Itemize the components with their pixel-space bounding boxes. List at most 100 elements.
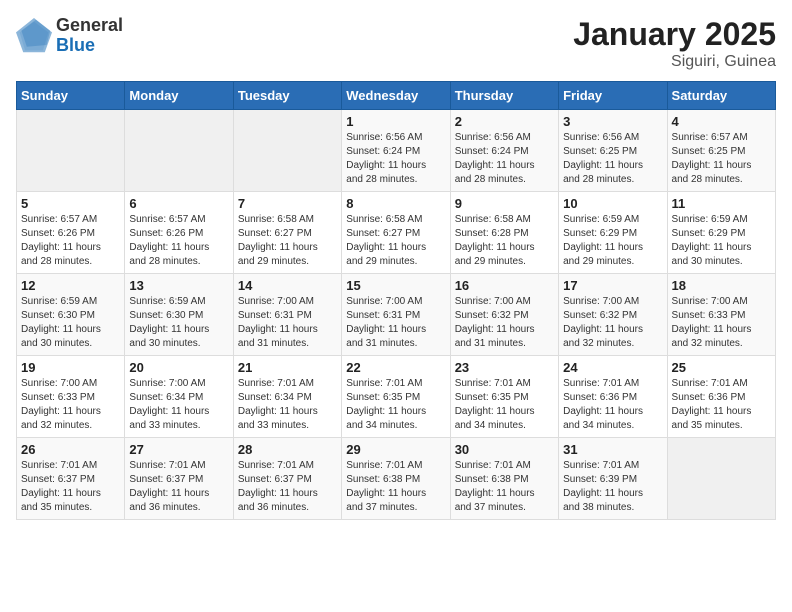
day-info: Sunrise: 6:57 AM Sunset: 6:26 PM Dayligh…: [21, 213, 120, 269]
day-number: 31: [563, 442, 662, 457]
calendar-cell: 30Sunrise: 7:01 AM Sunset: 6:38 PM Dayli…: [450, 438, 558, 520]
day-number: 12: [21, 278, 120, 293]
day-info: Sunrise: 6:56 AM Sunset: 6:25 PM Dayligh…: [563, 131, 662, 187]
day-number: 17: [563, 278, 662, 293]
day-number: 8: [346, 196, 445, 211]
day-header-tuesday: Tuesday: [233, 82, 341, 110]
calendar-cell: 25Sunrise: 7:01 AM Sunset: 6:36 PM Dayli…: [667, 356, 775, 438]
day-number: 25: [672, 360, 771, 375]
week-row-3: 12 Sunrise: 6:59 AM Sunset: 6:30 PM Dayli…: [17, 274, 776, 356]
day-number: 26: [21, 442, 120, 457]
logo-general: General: [56, 16, 123, 36]
calendar-cell: 3 Sunrise: 6:56 AM Sunset: 6:25 PM Daylig…: [559, 110, 667, 192]
calendar-cell: 6Sunrise: 6:57 AM Sunset: 6:26 PM Daylig…: [125, 192, 233, 274]
day-number: 16: [455, 278, 554, 293]
calendar-cell: 5 Sunrise: 6:57 AM Sunset: 6:26 PM Daylig…: [17, 192, 125, 274]
day-info: Sunrise: 7:00 AM Sunset: 6:33 PM Dayligh…: [672, 295, 771, 351]
day-number: 14: [238, 278, 337, 293]
day-info: Sunrise: 6:59 AM Sunset: 6:30 PM Dayligh…: [21, 295, 120, 351]
day-info: Sunrise: 7:01 AM Sunset: 6:38 PM Dayligh…: [455, 459, 554, 515]
title-block: January 2025 Siguiri, Guinea: [573, 16, 776, 71]
calendar-cell: 1Sunrise: 6:56 AM Sunset: 6:24 PM Daylig…: [342, 110, 450, 192]
day-header-monday: Monday: [125, 82, 233, 110]
day-info: Sunrise: 7:00 AM Sunset: 6:32 PM Dayligh…: [563, 295, 662, 351]
calendar-table: SundayMondayTuesdayWednesdayThursdayFrid…: [16, 81, 776, 520]
day-info: Sunrise: 7:01 AM Sunset: 6:37 PM Dayligh…: [21, 459, 120, 515]
calendar-cell: 19 Sunrise: 7:00 AM Sunset: 6:33 PM Dayli…: [17, 356, 125, 438]
logo: General Blue: [16, 16, 123, 56]
calendar-cell: 15 Sunrise: 7:00 AM Sunset: 6:31 PM Dayli…: [342, 274, 450, 356]
day-number: 23: [455, 360, 554, 375]
days-of-week-row: SundayMondayTuesdayWednesdayThursdayFrid…: [17, 82, 776, 110]
calendar-cell: [667, 438, 775, 520]
day-number: 2: [455, 114, 554, 129]
calendar-cell: 23 Sunrise: 7:01 AM Sunset: 6:35 PM Dayli…: [450, 356, 558, 438]
day-number: 11: [672, 196, 771, 211]
day-info: Sunrise: 7:01 AM Sunset: 6:37 PM Dayligh…: [129, 459, 228, 515]
logo-text: General Blue: [56, 16, 123, 56]
day-number: 28: [238, 442, 337, 457]
page-title: January 2025: [573, 16, 776, 53]
day-number: 4: [672, 114, 771, 129]
calendar-cell: 28Sunrise: 7:01 AM Sunset: 6:37 PM Dayli…: [233, 438, 341, 520]
day-header-wednesday: Wednesday: [342, 82, 450, 110]
calendar-cell: 29Sunrise: 7:01 AM Sunset: 6:38 PM Dayli…: [342, 438, 450, 520]
day-header-sunday: Sunday: [17, 82, 125, 110]
page-header: General Blue January 2025 Siguiri, Guine…: [16, 16, 776, 71]
day-number: 9: [455, 196, 554, 211]
day-number: 24: [563, 360, 662, 375]
day-info: Sunrise: 7:01 AM Sunset: 6:39 PM Dayligh…: [563, 459, 662, 515]
day-info: Sunrise: 7:01 AM Sunset: 6:34 PM Dayligh…: [238, 377, 337, 433]
calendar-cell: 18 Sunrise: 7:00 AM Sunset: 6:33 PM Dayli…: [667, 274, 775, 356]
week-row-5: 26 Sunrise: 7:01 AM Sunset: 6:37 PM Dayli…: [17, 438, 776, 520]
day-number: 19: [21, 360, 120, 375]
day-number: 6: [129, 196, 228, 211]
day-number: 21: [238, 360, 337, 375]
day-info: Sunrise: 7:01 AM Sunset: 6:35 PM Dayligh…: [455, 377, 554, 433]
day-number: 7: [238, 196, 337, 211]
day-info: Sunrise: 7:01 AM Sunset: 6:36 PM Dayligh…: [563, 377, 662, 433]
calendar-cell: 27 Sunrise: 7:01 AM Sunset: 6:37 PM Dayli…: [125, 438, 233, 520]
calendar-cell: 2 Sunrise: 6:56 AM Sunset: 6:24 PM Daylig…: [450, 110, 558, 192]
day-header-friday: Friday: [559, 82, 667, 110]
day-number: 20: [129, 360, 228, 375]
calendar-cell: 17 Sunrise: 7:00 AM Sunset: 6:32 PM Dayli…: [559, 274, 667, 356]
logo-blue: Blue: [56, 36, 123, 56]
day-info: Sunrise: 6:56 AM Sunset: 6:24 PM Dayligh…: [455, 131, 554, 187]
day-info: Sunrise: 6:59 AM Sunset: 6:30 PM Dayligh…: [129, 295, 228, 351]
day-number: 5: [21, 196, 120, 211]
calendar-cell: 13 Sunrise: 6:59 AM Sunset: 6:30 PM Dayli…: [125, 274, 233, 356]
day-info: Sunrise: 6:58 AM Sunset: 6:27 PM Dayligh…: [238, 213, 337, 269]
calendar-cell: 4Sunrise: 6:57 AM Sunset: 6:25 PM Daylig…: [667, 110, 775, 192]
calendar-cell: 11 Sunrise: 6:59 AM Sunset: 6:29 PM Dayli…: [667, 192, 775, 274]
day-number: 15: [346, 278, 445, 293]
day-info: Sunrise: 7:00 AM Sunset: 6:31 PM Dayligh…: [346, 295, 445, 351]
day-info: Sunrise: 7:00 AM Sunset: 6:34 PM Dayligh…: [129, 377, 228, 433]
calendar-header: SundayMondayTuesdayWednesdayThursdayFrid…: [17, 82, 776, 110]
week-row-1: 1Sunrise: 6:56 AM Sunset: 6:24 PM Daylig…: [17, 110, 776, 192]
calendar-body: 1Sunrise: 6:56 AM Sunset: 6:24 PM Daylig…: [17, 110, 776, 520]
day-info: Sunrise: 7:00 AM Sunset: 6:31 PM Dayligh…: [238, 295, 337, 351]
day-number: 27: [129, 442, 228, 457]
day-number: 3: [563, 114, 662, 129]
week-row-4: 19 Sunrise: 7:00 AM Sunset: 6:33 PM Dayli…: [17, 356, 776, 438]
day-info: Sunrise: 6:59 AM Sunset: 6:29 PM Dayligh…: [563, 213, 662, 269]
calendar-cell: 8Sunrise: 6:58 AM Sunset: 6:27 PM Daylig…: [342, 192, 450, 274]
day-info: Sunrise: 7:00 AM Sunset: 6:33 PM Dayligh…: [21, 377, 120, 433]
calendar-cell: [233, 110, 341, 192]
day-info: Sunrise: 6:59 AM Sunset: 6:29 PM Dayligh…: [672, 213, 771, 269]
page-subtitle: Siguiri, Guinea: [573, 53, 776, 71]
day-info: Sunrise: 7:01 AM Sunset: 6:35 PM Dayligh…: [346, 377, 445, 433]
day-info: Sunrise: 7:01 AM Sunset: 6:38 PM Dayligh…: [346, 459, 445, 515]
day-info: Sunrise: 7:00 AM Sunset: 6:32 PM Dayligh…: [455, 295, 554, 351]
day-number: 18: [672, 278, 771, 293]
calendar-cell: 31 Sunrise: 7:01 AM Sunset: 6:39 PM Dayli…: [559, 438, 667, 520]
week-row-2: 5 Sunrise: 6:57 AM Sunset: 6:26 PM Daylig…: [17, 192, 776, 274]
day-number: 13: [129, 278, 228, 293]
calendar-cell: 21 Sunrise: 7:01 AM Sunset: 6:34 PM Dayli…: [233, 356, 341, 438]
day-number: 22: [346, 360, 445, 375]
calendar-cell: 12 Sunrise: 6:59 AM Sunset: 6:30 PM Dayli…: [17, 274, 125, 356]
day-header-thursday: Thursday: [450, 82, 558, 110]
calendar-cell: 10Sunrise: 6:59 AM Sunset: 6:29 PM Dayli…: [559, 192, 667, 274]
calendar-cell: 16 Sunrise: 7:00 AM Sunset: 6:32 PM Dayli…: [450, 274, 558, 356]
